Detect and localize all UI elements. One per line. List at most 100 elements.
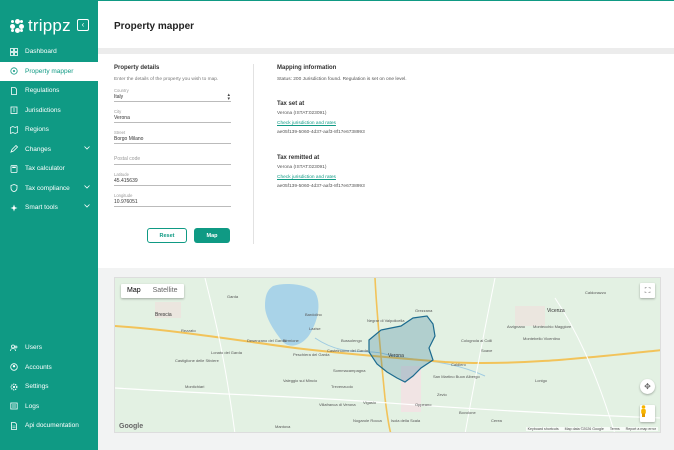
property-details-helper: Enter the details of the property you wi… — [114, 77, 219, 82]
tax-remitted-heading: Tax remitted at — [277, 155, 320, 161]
longitude-value: 10.976051 — [114, 199, 138, 205]
logs-icon — [10, 402, 18, 410]
mapping-info-heading: Mapping information — [277, 65, 337, 71]
map-label: Montecchio Maggiore — [533, 324, 572, 329]
tax-remitted-jurisdiction: Verona (ISTAT:023091) — [277, 165, 327, 170]
camera-control-icon[interactable]: ✥ — [640, 379, 655, 394]
map-label: Brescia — [155, 312, 172, 318]
map-type-satellite-button[interactable]: Satellite — [147, 284, 184, 298]
sidebar-item-label: Property mapper — [25, 67, 74, 75]
street-label: Street — [114, 130, 126, 135]
sidebar-item-label: Settings — [25, 383, 49, 391]
gear-icon — [10, 383, 18, 391]
calculator-icon — [10, 164, 18, 173]
map-label: Bussolengo — [341, 338, 362, 343]
sidebar-item-jurisdictions[interactable]: Jurisdictions — [0, 101, 98, 121]
report-error-link[interactable]: Report a map error — [626, 427, 656, 431]
sidebar-item-smart-tools[interactable]: Smart tools — [0, 198, 98, 218]
map-label: Nogarole Rocca — [353, 418, 382, 423]
map-label: San Martino Buon Albergo — [433, 374, 480, 379]
reset-button[interactable]: Reset — [147, 228, 187, 243]
terms-link[interactable]: Terms — [610, 427, 620, 431]
map-type-map-button[interactable]: Map — [121, 284, 147, 298]
fullscreen-icon[interactable]: ⛶ — [640, 283, 655, 298]
map-label: Montebello Vicentino — [523, 336, 561, 341]
sidebar-item-regulations[interactable]: Regulations — [0, 81, 98, 101]
map-label: Isola della Scala — [391, 418, 421, 423]
collapse-sidebar-button[interactable]: ‹ — [77, 19, 89, 31]
keyboard-shortcuts-link[interactable]: Keyboard shortcuts — [528, 427, 559, 431]
map-label: Villafranca di Verona — [319, 402, 356, 407]
sparkle-icon — [10, 204, 18, 212]
sidebar: trippz ‹ Dashboard Property mapper Regulat… — [0, 0, 98, 450]
sidebar-item-label: Regulations — [25, 87, 60, 95]
city-field[interactable]: City Verona — [114, 109, 231, 123]
sidebar-item-label: Changes — [25, 145, 52, 153]
sidebar-item-tax-compliance[interactable]: Tax compliance — [0, 179, 98, 199]
api-doc-icon — [10, 421, 18, 430]
trippz-logo[interactable]: trippz — [10, 16, 71, 36]
street-field[interactable]: Street Borgo Milano — [114, 130, 231, 144]
latitude-field[interactable]: Latitude 45.415639 — [114, 172, 231, 186]
sidebar-item-label: Accounts — [25, 363, 52, 371]
map-label: Bovolone — [459, 410, 476, 415]
chevron-down-icon — [84, 184, 90, 191]
map-label: Lonigo — [535, 378, 548, 383]
sidebar-item-dashboard[interactable]: Dashboard — [0, 42, 98, 62]
page-header: Property mapper — [98, 0, 674, 48]
sidebar-item-property-mapper[interactable]: Property mapper — [0, 61, 98, 81]
sidebar-item-changes[interactable]: Changes — [0, 140, 98, 160]
sidebar-item-label: Tax compliance — [25, 184, 70, 192]
secondary-nav: Users Accounts Settings Logs Api documentati… — [0, 338, 98, 436]
map-icon — [10, 125, 18, 134]
map-label: Vigasio — [363, 400, 377, 405]
city-label: City — [114, 109, 122, 114]
postal-code-field[interactable]: Postal code — [114, 151, 231, 165]
accounts-icon — [10, 363, 18, 371]
sidebar-item-regions[interactable]: Regions — [0, 120, 98, 140]
map-label: Peschiera del Garda — [293, 352, 330, 357]
chevron-down-icon — [84, 145, 90, 152]
sidebar-item-settings[interactable]: Settings — [0, 377, 98, 397]
tax-set-jurisdiction: Verona (ISTAT:023091) — [277, 111, 327, 116]
sidebar-item-label: Api documentation — [25, 422, 79, 430]
building-icon — [10, 106, 18, 115]
pegman-icon[interactable] — [640, 405, 655, 422]
city-value: Verona — [114, 115, 130, 121]
map-label: Caldonazzo — [585, 290, 607, 295]
tax-remitted-check-link[interactable]: Check jurisdiction and rates — [277, 175, 336, 180]
map-label: Grezzana — [415, 308, 433, 313]
sidebar-item-label: Logs — [25, 402, 40, 410]
map-label: Caldiero — [451, 362, 466, 367]
map-label: Castiglione delle Stiviere — [175, 358, 219, 363]
sidebar-item-label: Regions — [25, 126, 49, 134]
map-attribution: Keyboard shortcuts Map data ©2026 Google… — [525, 427, 658, 431]
sidebar-item-logs[interactable]: Logs — [0, 397, 98, 417]
map-label: Mantova — [275, 424, 291, 429]
map-button[interactable]: Map — [194, 228, 230, 243]
map-label: Negrar di Valpolicella — [367, 318, 405, 323]
map-label: Sommacampagna — [333, 368, 366, 373]
chevron-down-icon — [84, 204, 90, 210]
column-divider — [253, 64, 254, 244]
country-label: Country — [114, 88, 129, 93]
document-icon — [10, 86, 18, 95]
map-label: Garda — [227, 294, 239, 299]
sidebar-item-api-documentation[interactable]: Api documentation — [0, 416, 98, 436]
sidebar-item-tax-calculator[interactable]: Tax calculator — [0, 159, 98, 179]
edit-icon — [10, 145, 18, 153]
country-select[interactable]: Country Italy ▴ ▾ — [114, 88, 231, 102]
map-canvas[interactable]: Brescia Verona Vicenza Garda Bardolino L… — [114, 277, 661, 433]
map-label: Valeggio sul Mincio — [283, 378, 318, 383]
logo-icon — [10, 19, 24, 33]
longitude-field[interactable]: Longitude 10.976051 — [114, 193, 231, 207]
sidebar-item-accounts[interactable]: Accounts — [0, 358, 98, 378]
tax-set-check-link[interactable]: Check jurisdiction and rates — [277, 121, 336, 126]
map-label: Lazise — [309, 326, 321, 331]
property-details-heading: Property details — [114, 65, 160, 71]
tax-remitted-id: ae05f139-5060-4d37-aaf3-8f17e6738993 — [277, 184, 365, 189]
select-arrows-icon: ▴ ▾ — [227, 92, 230, 102]
sidebar-item-users[interactable]: Users — [0, 338, 98, 358]
map-label: Sirmione — [283, 338, 299, 343]
map-label: Castelnuovo del Garda — [327, 348, 368, 353]
